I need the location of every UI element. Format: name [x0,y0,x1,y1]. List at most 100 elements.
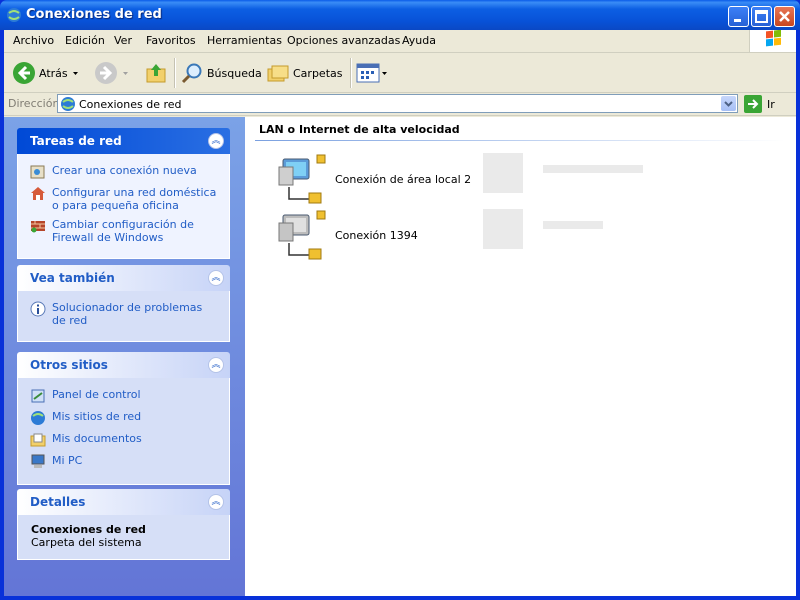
views-button[interactable] [356,59,390,87]
task-create-connection[interactable]: Crear una conexión nueva [30,164,219,180]
panel-title: Tareas de red [30,134,122,148]
link-my-documents[interactable]: Mis documentos [30,432,219,448]
search-icon [181,63,202,84]
network-tasks-header[interactable]: Tareas de red ︽ [17,128,230,154]
chevron-down-icon[interactable] [380,68,390,78]
menu-ver[interactable]: Ver [114,34,132,47]
details-name: Conexiones de red [31,523,146,536]
panel-body: Conexiones de red Carpeta del sistema [17,515,230,560]
menu-bar: Archivo Edición Ver Favoritos Herramient… [4,29,796,53]
connection-item[interactable]: Conexión 1394 [277,209,418,261]
windows-logo [749,29,796,52]
search-button[interactable]: Búsqueda [180,59,262,87]
chevron-down-icon[interactable] [68,68,82,78]
go-label: Ir [767,97,775,111]
connection-name: Conexión de área local 2 [335,172,472,186]
panel-title: Vea también [30,271,115,285]
network-connections-icon [61,97,75,111]
close-icon [779,11,790,22]
back-button[interactable]: Atrás [12,59,82,87]
up-folder-button[interactable] [144,59,168,87]
minimize-icon [734,19,741,22]
toolbar-separator [174,58,176,88]
see-also-panel: Vea también ︽ Solucionador de problemas … [17,265,230,342]
minimize-button[interactable] [728,6,749,27]
address-label: Dirección [8,97,60,110]
details-type: Carpeta del sistema [31,536,142,549]
window: Conexiones de red Archivo Edición Ver Fa… [0,0,800,600]
panel-title: Otros sitios [30,358,108,372]
maximize-button[interactable] [751,6,772,27]
group-header: LAN o Internet de alta velocidad [259,123,460,136]
collapse-icon[interactable]: ︽ [208,494,224,510]
network-tasks-panel: Tareas de red ︽ Crear una conexión nueva… [17,128,230,259]
window-body: Archivo Edición Ver Favoritos Herramient… [4,29,796,596]
menu-herramientas[interactable]: Herramientas [207,34,282,47]
forward-button[interactable] [94,59,132,87]
details-header[interactable]: Detalles ︽ [17,489,230,515]
close-button[interactable] [774,6,795,27]
address-bar: Dirección Conexiones de red Ir [4,93,796,116]
folders-icon [267,65,289,82]
link-my-network-places[interactable]: Mis sitios de red [30,410,219,426]
chevron-down-icon[interactable] [118,68,132,78]
computer-icon [31,454,45,468]
task-pane: Tareas de red ︽ Crear una conexión nueva… [4,117,245,596]
link-my-computer[interactable]: Mi PC [30,454,219,470]
folders-label: Carpetas [293,66,343,80]
task-setup-home-network[interactable]: Configurar una red doméstica o para pequ… [30,186,219,212]
panel-body: Panel de control Mis sitios de red Mis d… [17,378,230,485]
address-field[interactable]: Conexiones de red [57,94,738,113]
toolbar: Atrás Búsqueda Carpetas [4,53,796,93]
lan-connection-icon [278,154,326,204]
task-label: Solucionador de problemas de red [52,301,203,327]
task-label: Cambiar configuración de Firewall de Win… [52,218,194,244]
task-label: Panel de control [52,388,141,401]
see-also-header[interactable]: Vea también ︽ [17,265,230,291]
connection-name: Conexión 1394 [335,228,418,242]
network-connections-icon [7,8,21,22]
title-bar[interactable]: Conexiones de red [0,0,800,30]
task-label: Mis sitios de red [52,410,142,423]
windows-flag-icon [766,29,781,47]
info-icon [30,301,46,317]
panel-body: Solucionador de problemas de red [17,291,230,342]
task-label: Crear una conexión nueva [52,164,197,177]
firewall-icon [31,221,45,233]
group-divider [255,140,785,141]
panel-body: Crear una conexión nueva Configurar una … [17,154,230,259]
home-network-icon [31,187,45,200]
link-control-panel[interactable]: Panel de control [30,388,219,404]
task-network-troubleshooter[interactable]: Solucionador de problemas de red [30,301,219,327]
menu-edicion[interactable]: Edición [65,34,105,47]
documents-folder-icon [30,433,46,447]
toolbar-separator [350,58,352,88]
maximize-icon [755,10,768,23]
collapse-icon[interactable]: ︽ [208,270,224,286]
address-dropdown-button[interactable] [721,96,736,111]
chevron-down-icon [724,101,733,107]
up-folder-icon [146,64,166,83]
menu-favoritos[interactable]: Favoritos [146,34,196,47]
menu-archivo[interactable]: Archivo [13,34,54,47]
back-label: Atrás [39,66,68,80]
file-view: LAN o Internet de alta velocidad Conexió… [245,117,796,596]
menu-opciones-avanzadas[interactable]: Opciones avanzadas [287,34,400,47]
collapse-icon[interactable]: ︽ [208,133,224,149]
menu-ayuda[interactable]: Ayuda [402,34,436,47]
connection-item[interactable]: Conexión de área local 2 [277,153,471,205]
collapse-icon[interactable]: ︽ [208,357,224,373]
go-button[interactable]: Ir [744,95,775,113]
go-arrow-icon [744,95,762,113]
forward-arrow-icon [95,62,117,84]
other-places-panel: Otros sitios ︽ Panel de control Mis siti… [17,352,230,485]
folders-button[interactable]: Carpetas [266,59,342,87]
other-places-header[interactable]: Otros sitios ︽ [17,352,230,378]
task-label: Mi PC [52,454,83,467]
task-label: Mis documentos [52,432,142,445]
task-firewall-settings[interactable]: Cambiar configuración de Firewall de Win… [30,218,219,244]
address-value: Conexiones de red [79,98,182,111]
back-arrow-icon [13,62,35,84]
watermark-icons [483,153,643,249]
network-places-icon [31,411,45,425]
